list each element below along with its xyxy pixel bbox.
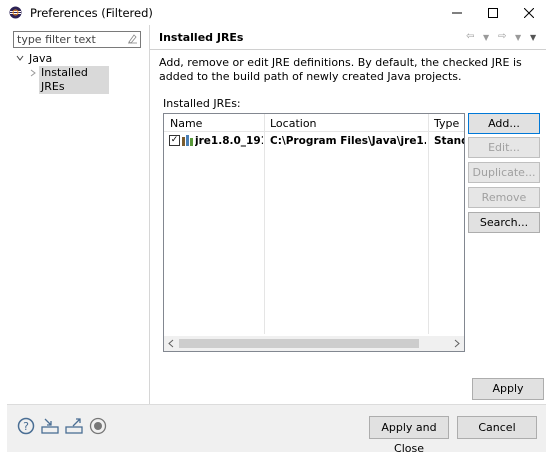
edit-button[interactable]: Edit... [468,137,540,158]
tree-item-java[interactable]: Java [13,51,133,65]
jre-checkbox[interactable]: ✓ [169,135,180,146]
jre-name: jre1.8.0_191 ... [195,135,263,147]
svg-text:?: ? [23,420,29,433]
forward-menu-icon[interactable]: ▼ [515,33,521,45]
tree-item-label: Installed JREs [39,66,109,94]
export-icon[interactable] [65,417,83,435]
maximize-button[interactable] [476,0,510,25]
tree-item-installed-jres[interactable]: Installed JREs [29,66,109,94]
jre-location: C:\Program Files\Java\jre1.8.0_... [270,135,426,147]
close-button[interactable] [512,0,546,25]
title-bar: Preferences (Filtered) [0,0,553,25]
page-title: Installed JREs [159,31,244,44]
column-header-name[interactable]: Name [170,117,202,130]
filter-placeholder: type filter text [17,33,96,46]
table-row[interactable]: ✓ jre1.8.0_191 ... C:\Program Files\Java… [164,133,464,149]
preference-tree-pane: type filter text Java Installed JREs [7,25,149,404]
table-header: Name Location Type [164,114,464,132]
cancel-button[interactable]: Cancel [457,416,537,439]
column-header-location[interactable]: Location [270,117,317,130]
record-icon[interactable] [89,417,107,435]
duplicate-button[interactable]: Duplicate... [468,162,540,183]
back-arrow-icon[interactable]: ⇦ [466,31,474,43]
scroll-left-icon[interactable] [168,339,174,348]
search-button[interactable]: Search... [468,212,540,233]
help-icon[interactable]: ? [17,417,35,435]
minimize-icon [452,12,462,13]
preferences-window: Preferences (Filtered) type filter text [0,0,553,456]
scrollbar-thumb[interactable] [179,339,419,348]
preference-page: Installed JREs ⇦ ▼ ⇨ ▼ ▼ Add, remove or … [150,25,546,404]
window-title: Preferences (Filtered) [30,6,153,20]
dialog-footer: ? Apply and Close Cancel [7,404,546,455]
scroll-right-icon[interactable] [454,339,460,348]
tree-item-label: Java [29,52,53,65]
minimize-button[interactable] [440,0,474,25]
jre-library-icon [182,135,193,146]
page-header: Installed JREs ⇦ ▼ ⇨ ▼ ▼ [150,25,546,50]
jre-type: Stand... [434,135,464,147]
filter-input[interactable]: type filter text [13,31,141,48]
dialog-body: type filter text Java Installed JREs Ins… [7,25,546,455]
background-window-edge [0,25,7,456]
table-label: Installed JREs: [163,97,241,110]
maximize-icon [488,7,498,18]
apply-and-close-button[interactable]: Apply and Close [369,416,449,455]
chevron-right-icon[interactable] [29,69,37,77]
remove-button[interactable]: Remove [468,187,540,208]
add-button[interactable]: Add... [468,113,540,134]
clear-filter-icon[interactable] [127,33,138,44]
chevron-down-icon[interactable] [16,54,24,62]
eclipse-icon [9,6,22,19]
page-description: Add, remove or edit JRE definitions. By … [159,56,522,83]
column-header-type[interactable]: Type [434,117,459,130]
back-menu-icon[interactable]: ▼ [483,33,489,45]
close-icon [524,7,534,18]
jre-table[interactable]: Name Location Type ✓ jre1.8.0_191 ... C:… [163,113,465,352]
forward-arrow-icon[interactable]: ⇨ [498,31,506,43]
view-menu-icon[interactable]: ▼ [530,33,536,45]
horizontal-scrollbar[interactable] [164,336,464,351]
apply-button[interactable]: Apply [472,378,544,400]
import-icon[interactable] [41,417,59,435]
